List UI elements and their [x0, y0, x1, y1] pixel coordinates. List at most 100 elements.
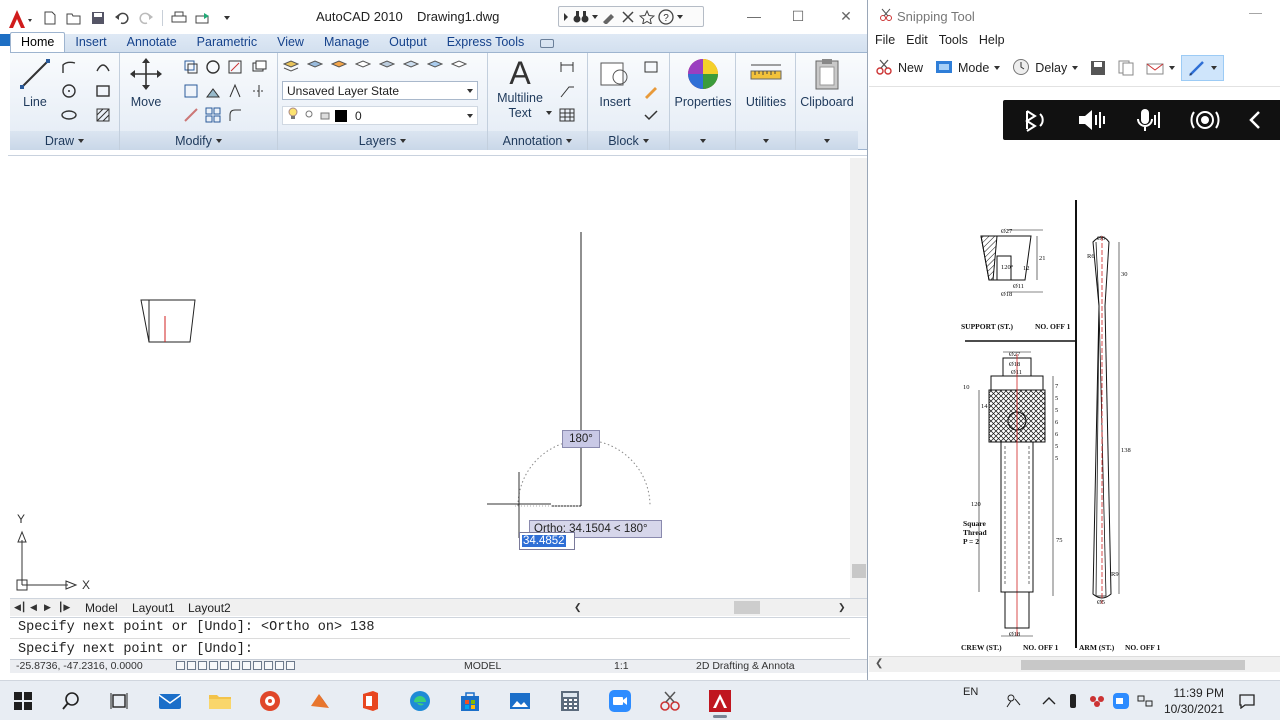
dyn-toggle[interactable] — [253, 661, 262, 670]
ortho-toggle[interactable] — [198, 661, 207, 670]
osnap-toggle[interactable] — [220, 661, 229, 670]
coordinate-readout[interactable]: -25.8736, -47.2316, 0.0000 — [16, 660, 143, 672]
edit-attributes-icon[interactable] — [642, 106, 660, 124]
command-prompt[interactable]: Specify next point or [Undo]: — [18, 642, 253, 657]
dynamic-input-field[interactable]: 34.4852 — [519, 532, 575, 550]
subscription-icon[interactable] — [601, 10, 617, 24]
taskbar-autocad[interactable] — [703, 687, 737, 718]
new-file-icon[interactable] — [40, 9, 60, 27]
annotation-panel-title[interactable]: Annotation — [488, 131, 587, 150]
last-layout-icon[interactable]: ┃▶ — [58, 602, 70, 613]
tab-model[interactable]: Model — [85, 601, 118, 615]
infocenter-toolbar[interactable]: ? — [558, 6, 704, 27]
snip-horizontal-scrollbar[interactable]: ❮ — [869, 656, 1280, 672]
utilities-button[interactable]: Utilities — [740, 57, 792, 110]
layer-match-icon[interactable] — [378, 58, 396, 76]
layer-state-select[interactable]: Unsaved Layer State — [282, 81, 478, 100]
sc-toggle[interactable] — [286, 661, 295, 670]
layer-states-icon[interactable] — [306, 58, 324, 76]
new-snip-button[interactable]: New — [869, 55, 929, 81]
stretch-icon[interactable] — [226, 82, 244, 100]
erase-icon[interactable] — [250, 58, 268, 76]
tab-manage[interactable]: Manage — [314, 33, 379, 52]
utilities-panel-title[interactable] — [736, 131, 795, 150]
clipboard-button[interactable]: Clipboard — [798, 57, 856, 110]
taskbar-mail-app[interactable] — [153, 687, 187, 715]
offset-icon[interactable] — [226, 106, 244, 124]
binoculars-icon[interactable] — [573, 10, 589, 24]
mtext-dropdown-icon[interactable] — [546, 111, 552, 115]
broadcast-icon[interactable] — [1190, 107, 1220, 133]
tab-layout2[interactable]: Layout2 — [188, 601, 231, 615]
menu-help[interactable]: Help — [979, 33, 1005, 47]
tab-home[interactable]: Home — [10, 32, 66, 52]
taskbar-store[interactable] — [453, 687, 487, 715]
edit-block-icon[interactable] — [642, 82, 660, 100]
taskbar-zoom[interactable] — [603, 687, 637, 715]
hatch-icon[interactable] — [94, 106, 112, 124]
properties-button[interactable]: Properties — [674, 57, 732, 110]
scroll-left-icon[interactable]: ❮ — [574, 602, 582, 613]
qp-toggle[interactable] — [275, 661, 284, 670]
vertical-scrollbar[interactable] — [850, 158, 867, 598]
save-snip-button[interactable] — [1084, 55, 1112, 81]
modify-panel-title[interactable]: Modify — [120, 131, 277, 150]
bluetooth-audio-icon[interactable] — [1023, 107, 1049, 133]
layer-off-icon[interactable] — [450, 58, 468, 76]
menu-file[interactable]: File — [875, 33, 895, 47]
volume-icon[interactable] — [1076, 107, 1106, 133]
fillet-icon[interactable] — [204, 82, 222, 100]
layer-unisolate-icon[interactable] — [354, 58, 372, 76]
model-space-canvas[interactable]: Y X — [10, 158, 850, 598]
snip-scroll-left-icon[interactable]: ❮ — [875, 658, 883, 669]
table-icon[interactable] — [558, 106, 576, 124]
snip-scroll-thumb[interactable] — [1021, 660, 1245, 670]
scroll-right-icon[interactable]: ❯ — [838, 602, 846, 613]
taskbar-calculator[interactable] — [553, 687, 587, 715]
taskbar-edge[interactable] — [403, 687, 437, 715]
menu-tools[interactable]: Tools — [939, 33, 968, 47]
line-button[interactable]: Line — [18, 57, 52, 110]
vertical-scroll-thumb[interactable] — [852, 564, 866, 578]
redo-icon[interactable] — [136, 9, 156, 27]
layer-freeze-icon[interactable] — [426, 58, 444, 76]
polar-toggle[interactable] — [209, 661, 218, 670]
tab-view[interactable]: View — [267, 33, 314, 52]
delay-button[interactable]: Delay — [1006, 55, 1084, 81]
send-snip-button[interactable] — [1140, 55, 1181, 81]
explode-icon[interactable] — [250, 82, 268, 100]
language-indicator[interactable]: EN — [963, 686, 978, 698]
mirror-icon[interactable] — [182, 82, 200, 100]
clipboard-panel-title[interactable] — [796, 131, 858, 150]
tab-insert[interactable]: Insert — [65, 33, 116, 52]
model-space-toggle[interactable]: MODEL — [464, 660, 501, 672]
polyline-icon[interactable] — [60, 58, 78, 76]
trim-icon[interactable] — [226, 58, 244, 76]
linear-dimension-icon[interactable] — [558, 58, 576, 76]
minimize-ribbon-button[interactable] — [540, 39, 555, 48]
first-layout-icon[interactable]: ◀┃ — [14, 602, 26, 613]
ducs-toggle[interactable] — [242, 661, 251, 670]
next-layout-icon[interactable]: ▶ — [44, 602, 51, 613]
lwt-toggle[interactable] — [264, 661, 273, 670]
minimize-button[interactable]: — — [740, 6, 768, 26]
save-icon[interactable] — [88, 9, 108, 27]
search-dropdown-icon[interactable] — [592, 14, 598, 19]
qat-dropdown-icon[interactable] — [217, 9, 237, 27]
taskbar-photos[interactable] — [503, 687, 537, 715]
rotate-icon[interactable] — [204, 58, 222, 76]
collapse-chevron-icon[interactable] — [1247, 107, 1263, 133]
layer-select[interactable]: 0 — [282, 106, 478, 125]
create-block-icon[interactable] — [642, 58, 660, 76]
close-button[interactable]: ✕ — [832, 6, 860, 26]
insert-button[interactable]: Insert — [594, 57, 636, 110]
layer-isolate-icon[interactable] — [330, 58, 348, 76]
tab-output[interactable]: Output — [379, 33, 437, 52]
favorites-star-icon[interactable] — [639, 9, 655, 24]
scale-icon[interactable] — [182, 106, 200, 124]
rectangle-icon[interactable] — [94, 82, 112, 100]
plot-icon[interactable] — [169, 9, 189, 27]
snap-toggle[interactable] — [176, 661, 185, 670]
layers-panel-title[interactable]: Layers — [278, 131, 487, 150]
open-folder-icon[interactable] — [64, 9, 84, 27]
